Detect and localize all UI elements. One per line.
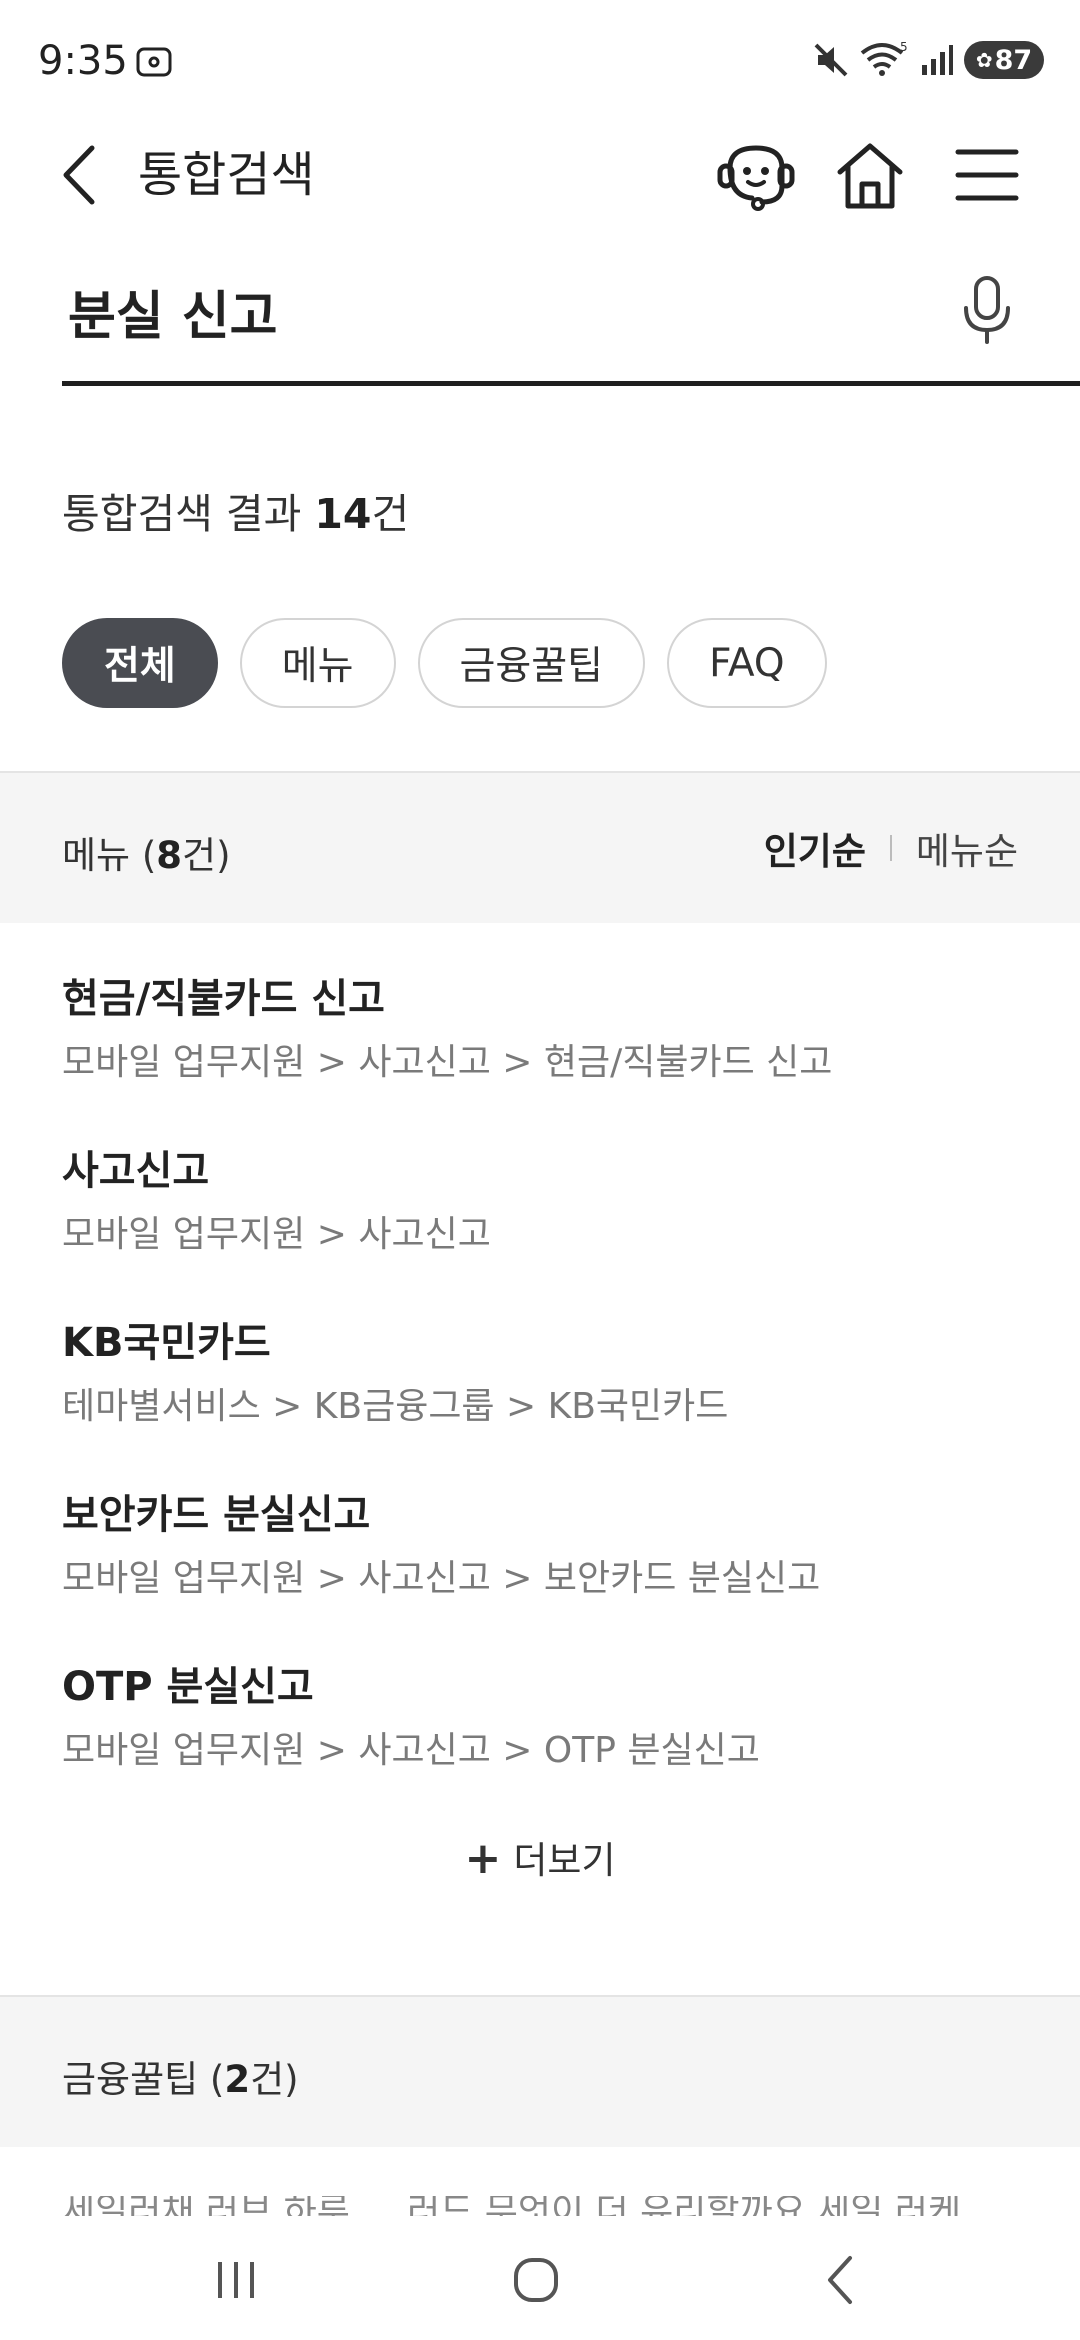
tips-section-title-prefix: 금융꿀팁 ( — [62, 2058, 225, 2101]
battery-indicator: ✿ 87 — [964, 41, 1044, 79]
filter-chip-all[interactable]: 전체 — [62, 618, 218, 708]
search-query: 분실 신고 — [68, 287, 278, 347]
list-item-title: KB국민카드 — [62, 1320, 271, 1366]
system-nav-bar — [0, 2220, 1080, 2340]
hamburger-icon — [955, 149, 1019, 201]
sort-popular-button[interactable]: 인기순 — [764, 821, 866, 875]
menu-section-title-prefix: 메뉴 ( — [62, 834, 157, 877]
list-item[interactable]: 보안카드 분실신고 모바일 업무지원 > 사고신고 > 보안카드 분실신고 — [62, 1486, 1022, 1658]
back-button[interactable] — [52, 142, 112, 208]
chevron-left-icon — [63, 145, 95, 205]
status-icons: 5 ✿ 87 — [812, 40, 1044, 80]
tips-section-title: 금융꿀팁 (2건) — [62, 2049, 299, 2103]
tips-preview-text[interactable]: 세일러채 러브 하루 ... 러드 무엇이 더 유리할까요 세일 러케 ... — [62, 2196, 1022, 2216]
sort-options: 인기순 메뉴순 — [764, 773, 1018, 923]
menu-button[interactable] — [952, 142, 1022, 208]
battery-saver-icon: ✿ — [975, 48, 993, 72]
menu-section-title-suffix: 건) — [182, 834, 231, 877]
app-header: 통합검색 — [0, 120, 1080, 230]
list-item[interactable]: OTP 분실신고 모바일 업무지원 > 사고신고 > OTP 분실신고 — [62, 1658, 1022, 1830]
result-count-suffix: 건 — [371, 490, 410, 538]
wifi-icon: 5 — [860, 41, 910, 79]
list-item[interactable]: 사고신고 모바일 업무지원 > 사고신고 — [62, 1142, 1022, 1314]
result-count-number: 14 — [314, 490, 372, 538]
home-nav-button[interactable] — [496, 2250, 576, 2310]
microphone-icon — [964, 276, 1010, 344]
search-input[interactable]: 분실 신고 — [62, 250, 1080, 386]
result-count: 통합검색 결과 14건 — [62, 480, 409, 540]
list-item-path: 테마별서비스 > KB금융그룹 > KB국민카드 — [62, 1386, 729, 1427]
filter-chips: 전체 메뉴 금융꿀팁 FAQ — [62, 618, 827, 708]
mute-icon — [812, 41, 850, 79]
signal-icon — [920, 43, 954, 77]
filter-chip-menu[interactable]: 메뉴 — [239, 618, 396, 708]
more-button[interactable]: + 더보기 — [0, 1830, 1080, 1884]
menu-section-header: 메뉴 (8건) 인기순 메뉴순 — [0, 771, 1080, 923]
network-badge: 5 — [900, 41, 908, 54]
tips-section-count: 2 — [224, 2058, 251, 2101]
chatbot-button[interactable] — [716, 138, 796, 218]
back-arrow-icon — [828, 2256, 852, 2304]
tips-preview-label: 세일러채 러브 하루 ... 러드 무엇이 더 유리할까요 세일 러케 ... — [62, 2196, 1022, 2216]
status-time: 9:35 — [38, 38, 128, 84]
recent-apps-button[interactable] — [196, 2250, 276, 2310]
menu-section-count: 8 — [156, 834, 183, 877]
status-bar: 9:35 5 ✿ 87 — [0, 0, 1080, 120]
home-button[interactable] — [832, 138, 908, 214]
menu-result-list: 현금/직불카드 신고 모바일 업무지원 > 사고신고 > 현금/직불카드 신고 … — [62, 970, 1022, 1830]
list-item-path: 모바일 업무지원 > 사고신고 > OTP 분실신고 — [62, 1730, 760, 1771]
plus-icon: + — [464, 1833, 502, 1884]
tips-section-header: 금융꿀팁 (2건) — [0, 1995, 1080, 2147]
list-item[interactable]: KB국민카드 테마별서비스 > KB금융그룹 > KB국민카드 — [62, 1314, 1022, 1486]
home-icon — [837, 143, 903, 209]
filter-chip-faq[interactable]: FAQ — [667, 618, 827, 708]
menu-section-title: 메뉴 (8건) — [62, 825, 231, 879]
more-label: 더보기 — [513, 1839, 616, 1882]
back-nav-button[interactable] — [800, 2250, 880, 2310]
screenshot-icon — [136, 46, 172, 78]
voice-search-button[interactable] — [952, 272, 1022, 348]
result-count-prefix: 통합검색 결과 — [62, 490, 315, 538]
chatbot-icon — [717, 145, 795, 211]
list-item-path: 모바일 업무지원 > 사고신고 > 현금/직불카드 신고 — [62, 1042, 833, 1083]
list-item-title: 사고신고 — [62, 1148, 210, 1194]
sort-menu-order-button[interactable]: 메뉴순 — [916, 821, 1018, 875]
filter-chip-tips[interactable]: 금융꿀팁 — [417, 618, 646, 708]
recent-apps-icon — [218, 2262, 254, 2298]
battery-level: 87 — [994, 44, 1033, 76]
sort-divider — [889, 835, 892, 861]
list-item[interactable]: 현금/직불카드 신고 모바일 업무지원 > 사고신고 > 현금/직불카드 신고 — [62, 970, 1022, 1142]
list-item-path: 모바일 업무지원 > 사고신고 — [62, 1214, 491, 1255]
home-circle-icon — [514, 2258, 558, 2302]
list-item-path: 모바일 업무지원 > 사고신고 > 보안카드 분실신고 — [62, 1558, 821, 1599]
list-item-title: 현금/직불카드 신고 — [62, 976, 385, 1022]
list-item-title: OTP 분실신고 — [62, 1664, 314, 1710]
tips-section-title-suffix: 건) — [250, 2058, 299, 2101]
list-item-title: 보안카드 분실신고 — [62, 1492, 371, 1538]
page-title: 통합검색 — [138, 147, 315, 203]
